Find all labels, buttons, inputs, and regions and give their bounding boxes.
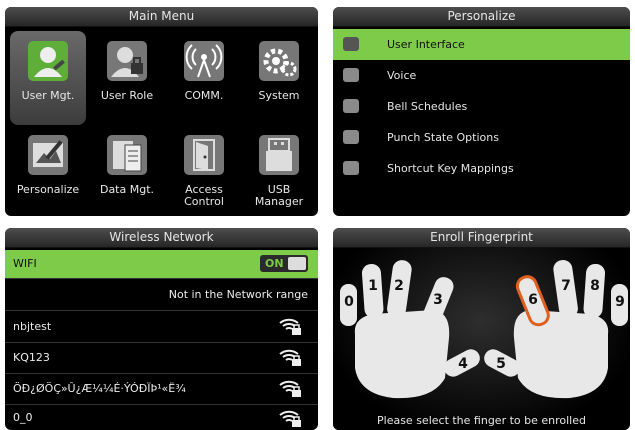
menu-item-comm[interactable]: COMM. bbox=[166, 31, 242, 125]
finger-number: 5 bbox=[496, 356, 506, 372]
personalize-item-label: Bell Schedules bbox=[387, 100, 468, 113]
menu-item-system[interactable]: System bbox=[241, 31, 317, 125]
wifi-locked-icon bbox=[279, 410, 301, 427]
network-status-row: Not in the Network range bbox=[5, 280, 318, 311]
wireless-network-screen: Wireless Network WIFI ON Not in the Netw… bbox=[5, 228, 318, 430]
network-row[interactable]: ÖÐ¿ØÖÇ»Û¿Æ¼¼É·ÝÓÐÏÞ¹«Ë¾ bbox=[5, 374, 318, 405]
bell-icon bbox=[343, 99, 359, 113]
user-role-icon bbox=[107, 41, 147, 81]
finger-number: 1 bbox=[368, 278, 378, 294]
menu-item-access-control[interactable]: Access Control bbox=[166, 125, 242, 216]
finger-number: 8 bbox=[590, 278, 600, 294]
finger-number: 6 bbox=[528, 292, 538, 308]
network-status: Not in the Network range bbox=[168, 288, 308, 301]
enroll-hint: Please select the finger to be enrolled bbox=[377, 414, 586, 427]
menu-item-data-mgt[interactable]: Data Mgt. bbox=[89, 125, 165, 216]
personalize-screen: Personalize User Interface Voice Bell Sc… bbox=[333, 7, 630, 216]
menu-label: User Mgt. bbox=[21, 89, 75, 102]
main-menu-title: Main Menu bbox=[5, 7, 318, 27]
finger-number: 7 bbox=[561, 278, 571, 294]
personalize-icon bbox=[28, 135, 68, 175]
network-row[interactable]: nbjtest bbox=[5, 312, 318, 343]
menu-label-line2: Manager bbox=[254, 195, 304, 208]
personalize-item-punch-state[interactable]: Punch State Options bbox=[333, 122, 630, 153]
finger-number: 0 bbox=[344, 294, 354, 310]
hands-illustration: 0 1 2 3 4 5 6 7 8 9 Please select the fi… bbox=[333, 248, 630, 430]
menu-label: Personalize bbox=[16, 183, 80, 196]
wifi-row[interactable]: WIFI ON bbox=[5, 250, 318, 279]
menu-item-user-mgt[interactable]: User Mgt. bbox=[10, 31, 86, 125]
network-name: nbjtest bbox=[13, 320, 52, 333]
network-row[interactable]: KQ123 bbox=[5, 343, 318, 374]
personalize-item-voice[interactable]: Voice bbox=[333, 60, 630, 91]
user-mgt-icon bbox=[28, 41, 68, 81]
system-gear-icon bbox=[259, 41, 299, 81]
personalize-item-label: Voice bbox=[387, 69, 417, 82]
personalize-item-label: Shortcut Key Mappings bbox=[387, 162, 514, 175]
wifi-label: WIFI bbox=[13, 257, 37, 270]
finger-number: 3 bbox=[433, 292, 443, 308]
personalize-item-bell-schedules[interactable]: Bell Schedules bbox=[333, 91, 630, 122]
network-row[interactable]: 0_0 bbox=[5, 405, 318, 430]
personalize-item-label: Punch State Options bbox=[387, 131, 499, 144]
finger-number: 4 bbox=[458, 356, 468, 372]
personalize-item-user-interface[interactable]: User Interface bbox=[333, 29, 630, 60]
speaker-icon bbox=[343, 68, 359, 82]
finger-number: 9 bbox=[615, 294, 625, 310]
punch-state-icon bbox=[343, 130, 359, 144]
menu-item-personalize[interactable]: Personalize bbox=[10, 125, 86, 216]
personalize-item-shortcut-keys[interactable]: Shortcut Key Mappings bbox=[333, 153, 630, 184]
comm-icon bbox=[184, 41, 224, 81]
wifi-locked-icon bbox=[279, 380, 301, 397]
menu-label: Data Mgt. bbox=[99, 183, 155, 196]
enroll-fingerprint-screen: Enroll Fingerprint 0 1 2 3 4 5 6 7 8 9 P… bbox=[333, 228, 630, 430]
wifi-locked-icon bbox=[279, 349, 301, 366]
personalize-item-label: User Interface bbox=[387, 38, 465, 51]
data-mgt-icon bbox=[107, 135, 147, 175]
right-palm bbox=[513, 310, 609, 399]
user-interface-icon bbox=[343, 37, 359, 51]
menu-label: COMM. bbox=[184, 89, 224, 102]
main-menu-grid: User Mgt. User Role COMM. System Persona… bbox=[5, 27, 318, 216]
main-menu-screen: Main Menu User Mgt. User Role COMM. Syst… bbox=[5, 7, 318, 216]
finger-number: 2 bbox=[394, 278, 404, 294]
network-name: KQ123 bbox=[13, 351, 50, 364]
wifi-toggle-state: ON bbox=[265, 257, 284, 270]
menu-label-line2: Control bbox=[184, 195, 224, 208]
network-name: 0_0 bbox=[13, 411, 33, 424]
menu-item-usb-manager[interactable]: USB Manager bbox=[241, 125, 317, 216]
toggle-knob bbox=[288, 257, 306, 270]
personalize-title: Personalize bbox=[333, 7, 630, 27]
menu-item-user-role[interactable]: User Role bbox=[89, 31, 165, 125]
wifi-locked-icon bbox=[279, 318, 301, 335]
menu-label: System bbox=[258, 89, 300, 102]
access-control-icon bbox=[184, 135, 224, 175]
usb-manager-icon bbox=[259, 135, 299, 175]
network-name: ÖÐ¿ØÖÇ»Û¿Æ¼¼É·ÝÓÐÏÞ¹«Ë¾ bbox=[13, 382, 186, 395]
fingerprint-title: Enroll Fingerprint bbox=[333, 228, 630, 248]
wifi-toggle[interactable]: ON bbox=[260, 255, 308, 272]
shortcut-key-icon bbox=[343, 161, 359, 175]
wireless-title: Wireless Network bbox=[5, 228, 318, 248]
menu-label: User Role bbox=[100, 89, 154, 102]
